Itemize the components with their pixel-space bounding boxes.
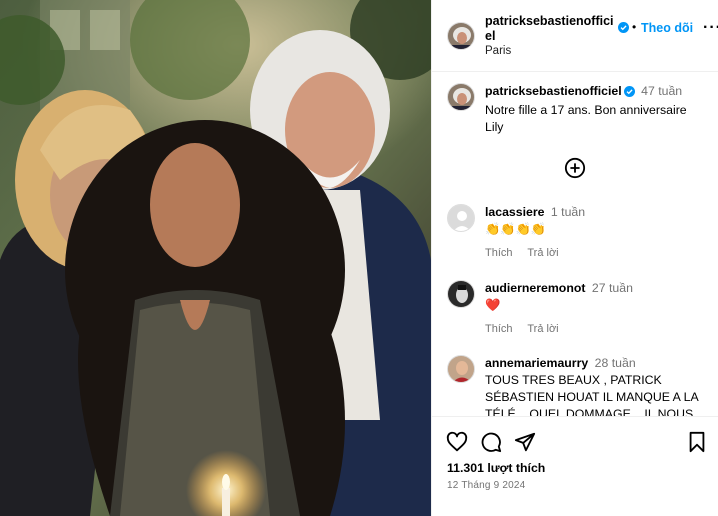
comment-username[interactable]: audierneremonot	[485, 281, 585, 295]
post-actions-footer: 11.301 lượt thích 12 Tháng 9 2024	[432, 416, 718, 516]
verified-badge-icon	[623, 85, 635, 102]
post-date[interactable]: 12 Tháng 9 2024	[447, 480, 525, 491]
post-header: patricksebastienofficiel • Theo dõi ··· …	[432, 0, 718, 72]
caption-avatar[interactable]	[447, 83, 475, 111]
heart-icon[interactable]	[446, 431, 468, 456]
caption-time[interactable]: 47 tuần	[641, 84, 682, 98]
comment-like-button[interactable]: Thích	[485, 323, 513, 335]
post-side-panel: patricksebastienofficiel • Theo dõi ··· …	[431, 0, 718, 516]
author-username[interactable]: patricksebastienofficiel	[485, 14, 615, 44]
comment-avatar[interactable]	[447, 204, 475, 232]
post-location[interactable]: Paris	[485, 45, 511, 57]
load-more-comments-icon[interactable]	[564, 157, 586, 182]
bookmark-icon[interactable]	[686, 431, 708, 456]
comment-avatar[interactable]	[447, 355, 475, 383]
comments-scroll-area[interactable]: patricksebastienofficiel 47 tuần Notre f…	[432, 73, 718, 416]
separator-dot: •	[632, 20, 637, 34]
comment-reply-button[interactable]: Trả lời	[527, 323, 558, 335]
comment-reply-button[interactable]: Trả lời	[527, 247, 558, 259]
comment-time[interactable]: 28 tuần	[595, 356, 636, 370]
verified-badge-icon	[618, 22, 629, 36]
caption-text: Notre fille a 17 ans. Bon anniversaire L…	[485, 103, 687, 134]
post-image	[0, 0, 431, 516]
comment-time[interactable]: 1 tuần	[551, 205, 585, 219]
comment-like-button[interactable]: Thích	[485, 247, 513, 259]
caption-username[interactable]: patricksebastienofficiel	[485, 84, 622, 98]
comment-icon[interactable]	[480, 431, 502, 456]
post-photo[interactable]	[0, 0, 431, 516]
follow-button[interactable]: Theo dõi	[641, 21, 693, 35]
comment-avatar[interactable]	[447, 280, 475, 308]
comment-username[interactable]: annemariemaurry	[485, 356, 588, 370]
action-icons-row	[446, 431, 708, 455]
comment-text: 👏👏👏👏	[485, 222, 547, 236]
more-options-icon[interactable]: ···	[703, 19, 718, 37]
comment-text: TOUS TRES BEAUX , PATRICK SÉBASTIEN HOUA…	[485, 373, 698, 416]
comment-text: ❤️	[485, 298, 501, 312]
comment-username[interactable]: lacassiere	[485, 205, 545, 219]
comment-time[interactable]: 27 tuần	[592, 281, 633, 295]
share-icon[interactable]	[514, 431, 536, 456]
like-count[interactable]: 11.301 lượt thích	[447, 461, 545, 475]
author-avatar[interactable]	[447, 22, 475, 50]
